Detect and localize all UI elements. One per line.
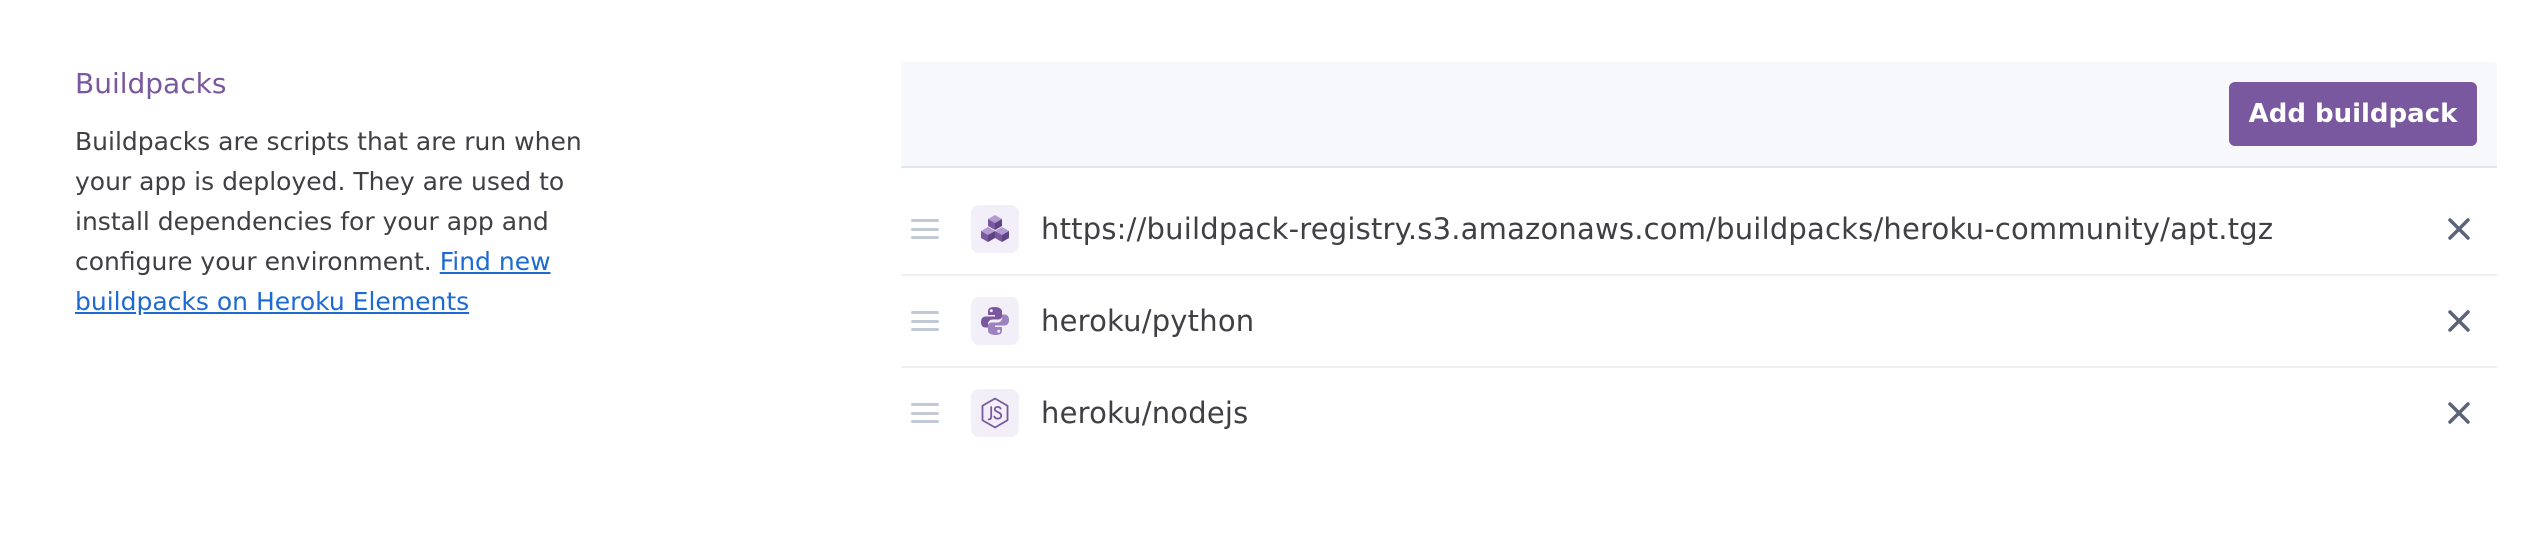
buildpack-name: heroku/python <box>1041 304 1255 338</box>
add-buildpack-button[interactable]: Add buildpack <box>2229 82 2477 146</box>
python-icon <box>971 297 1019 345</box>
close-icon[interactable] <box>2445 399 2473 427</box>
close-icon[interactable] <box>2445 215 2473 243</box>
section-description: Buildpacks are scripts that are run when… <box>75 122 645 322</box>
drag-handle-icon[interactable] <box>911 219 939 239</box>
buildpack-row: https://buildpack-registry.s3.amazonaws.… <box>901 184 2497 276</box>
drag-handle-icon[interactable] <box>911 403 939 423</box>
package-boxes-icon <box>971 205 1019 253</box>
nodejs-icon <box>971 389 1019 437</box>
buildpack-row: heroku/python <box>901 276 2497 368</box>
section-title: Buildpacks <box>75 67 227 100</box>
buildpack-list: https://buildpack-registry.s3.amazonaws.… <box>901 184 2497 458</box>
buildpack-name: heroku/nodejs <box>1041 396 1249 430</box>
buildpack-row: heroku/nodejs <box>901 368 2497 458</box>
buildpacks-intro: Buildpacks Buildpacks are scripts that a… <box>75 60 645 322</box>
drag-handle-icon[interactable] <box>911 311 939 331</box>
buildpacks-panel: Add buildpack https://buildpack-registry… <box>901 62 2497 458</box>
buildpack-name: https://buildpack-registry.s3.amazonaws.… <box>1041 212 2274 246</box>
panel-header: Add buildpack <box>901 62 2497 168</box>
close-icon[interactable] <box>2445 307 2473 335</box>
